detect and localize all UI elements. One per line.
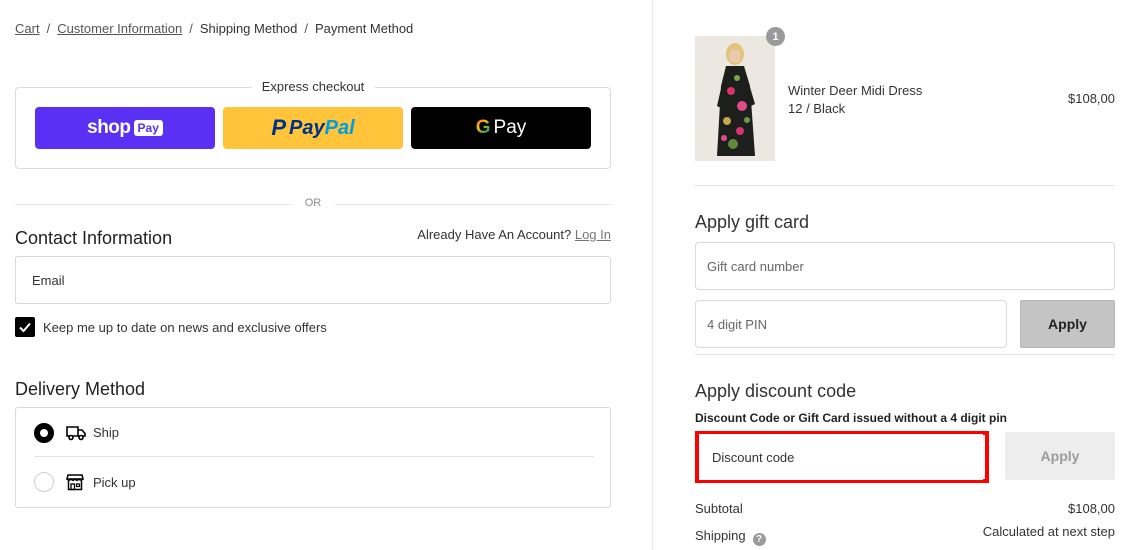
breadcrumb-cart[interactable]: Cart	[15, 21, 40, 36]
express-checkout-title: Express checkout	[251, 79, 375, 94]
divider-line	[335, 204, 611, 205]
shipping-label-row: Shipping?	[695, 528, 766, 546]
section-divider	[695, 185, 1115, 186]
newsletter-label: Keep me up to date on news and exclusive…	[43, 319, 327, 335]
breadcrumb-separator: /	[189, 21, 193, 36]
account-prompt-text: Already Have An Account?	[417, 227, 572, 242]
paypal-icon: P	[271, 115, 287, 140]
account-prompt: Already Have An Account? Log In	[417, 227, 611, 242]
paypal-wordmark-pay: Pay	[289, 116, 325, 139]
shop-pay-button[interactable]: shop Pay	[35, 107, 215, 149]
column-divider	[652, 0, 653, 550]
newsletter-option[interactable]: Keep me up to date on news and exclusive…	[15, 316, 327, 338]
discount-title: Apply discount code	[695, 381, 857, 401]
gift-card-number-input[interactable]	[695, 242, 1115, 290]
product-image	[695, 36, 775, 161]
section-divider	[695, 354, 1115, 355]
help-icon[interactable]: ?	[752, 533, 766, 546]
breadcrumb: Cart / Customer Information / Shipping Metho…	[15, 21, 413, 36]
express-checkout: Express checkout shop Pay P PayPal G Pay	[15, 79, 611, 169]
checkout-main: Cart / Customer Information / Shipping Metho…	[15, 0, 611, 550]
delivery-method-title: Delivery Method	[15, 379, 146, 399]
apply-gift-card-button[interactable]: Apply	[1020, 300, 1115, 348]
delivery-option-ship[interactable]: Ship	[34, 409, 594, 457]
ship-radio[interactable]	[34, 422, 54, 443]
breadcrumb-separator: /	[304, 21, 309, 36]
delivery-option-pickup[interactable]: Pick up	[34, 458, 594, 506]
newsletter-checkbox[interactable]	[15, 317, 35, 337]
product-price: $108,00	[1068, 91, 1115, 106]
product-name: Winter Deer Midi Dress	[788, 83, 923, 98]
shipping-value: Calculated at next step	[982, 524, 1115, 539]
ship-label: Ship	[93, 425, 120, 440]
truck-icon	[66, 424, 86, 442]
google-pay-wordmark: Pay	[493, 117, 527, 138]
login-link[interactable]: Log In	[575, 227, 611, 242]
quantity-badge: 1	[766, 27, 785, 46]
subtotal-label: Subtotal	[695, 501, 743, 516]
store-icon	[66, 473, 86, 491]
shop-pay-wordmark: shop	[87, 117, 131, 138]
or-text: OR	[304, 197, 322, 209]
apply-discount-button[interactable]: Apply	[1005, 432, 1115, 480]
contact-information-title: Contact Information	[15, 228, 173, 248]
breadcrumb-shipping-method: Shipping Method	[199, 21, 298, 36]
breadcrumb-customer-information[interactable]: Customer Information	[57, 21, 182, 36]
discount-code-input[interactable]	[699, 434, 983, 480]
google-g-icon: G	[475, 117, 491, 138]
product-variant: 12 / Black	[788, 101, 846, 116]
pickup-label: Pick up	[93, 474, 136, 490]
shop-pay-badge: Pay	[133, 120, 163, 136]
discount-note: Discount Code or Gift Card issued withou…	[695, 411, 1008, 425]
paypal-button[interactable]: P PayPal	[223, 107, 403, 149]
email-field[interactable]	[15, 256, 611, 304]
shipping-label: Shipping	[695, 528, 746, 543]
google-pay-button[interactable]: G Pay	[411, 107, 591, 149]
divider-line	[15, 204, 291, 205]
subtotal-value: $108,00	[1068, 501, 1115, 516]
breadcrumb-payment-method: Payment Method	[315, 21, 414, 36]
gift-card-title: Apply gift card	[695, 212, 810, 232]
delivery-options: Ship Pick up	[15, 407, 611, 508]
paypal-wordmark-pal: Pal	[324, 116, 355, 139]
or-divider: OR	[15, 196, 611, 212]
gift-card-pin-input[interactable]	[695, 300, 1007, 348]
pickup-radio[interactable]	[34, 472, 54, 492]
checkmark-icon	[19, 322, 31, 333]
order-summary: 1 Winter Deer Midi Dress 12 / Black $108…	[695, 0, 1115, 550]
breadcrumb-separator: /	[46, 21, 51, 36]
